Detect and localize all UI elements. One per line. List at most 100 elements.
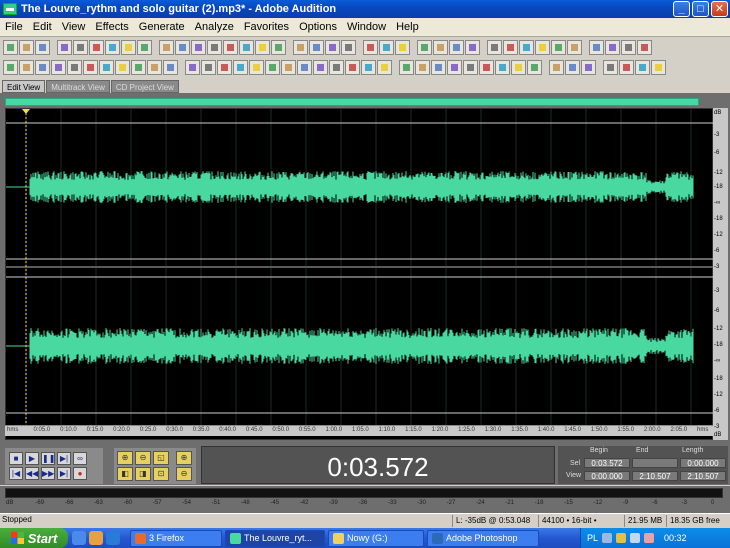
security-tray-icon[interactable]: [630, 533, 641, 543]
taskbar-item-photoshop[interactable]: Adobe Photoshop: [427, 529, 539, 547]
stop-button[interactable]: ■: [9, 452, 23, 465]
waveform-overview-bar[interactable]: [5, 98, 699, 106]
network-tray-icon[interactable]: [602, 533, 613, 543]
main-tool-icon[interactable]: [449, 40, 464, 55]
main-tool-icon[interactable]: [417, 40, 432, 55]
effect-tool-icon[interactable]: [51, 60, 66, 75]
menu-generate[interactable]: Generate: [134, 21, 190, 33]
main-tool-icon[interactable]: [395, 40, 410, 55]
effect-tool-icon[interactable]: [147, 60, 162, 75]
main-tool-icon[interactable]: [207, 40, 222, 55]
zoom-selection-icon[interactable]: ⊡: [153, 467, 169, 481]
sel-begin-field[interactable]: 0:03.572: [584, 458, 630, 468]
zoom-out-vertical-icon[interactable]: ⊖: [176, 467, 192, 481]
effect-tool-icon[interactable]: [131, 60, 146, 75]
effect-tool-icon[interactable]: [565, 60, 580, 75]
main-tool-icon[interactable]: [567, 40, 582, 55]
taskbar-item-explorer[interactable]: Nowy (G:): [328, 529, 424, 547]
effect-tool-icon[interactable]: [67, 60, 82, 75]
menu-effects[interactable]: Effects: [90, 21, 133, 33]
effect-tool-icon[interactable]: [99, 60, 114, 75]
effect-tool-icon[interactable]: [549, 60, 564, 75]
main-tool-icon[interactable]: [379, 40, 394, 55]
rewind-button[interactable]: ◀◀: [25, 467, 39, 480]
main-tool-icon[interactable]: [589, 40, 604, 55]
effect-tool-icon[interactable]: [527, 60, 542, 75]
play-button[interactable]: ▶: [25, 452, 39, 465]
effect-tool-icon[interactable]: [19, 60, 34, 75]
record-button[interactable]: ●: [73, 467, 87, 480]
effect-tool-icon[interactable]: [163, 60, 178, 75]
minimize-button[interactable]: _: [673, 1, 690, 17]
zoom-out-horizontal-icon[interactable]: ⊖: [135, 451, 151, 465]
effect-tool-icon[interactable]: [313, 60, 328, 75]
fast-forward-button[interactable]: ▶▶: [41, 467, 55, 480]
main-tool-icon[interactable]: [105, 40, 120, 55]
main-tool-icon[interactable]: [191, 40, 206, 55]
main-tool-icon[interactable]: [309, 40, 324, 55]
effect-tool-icon[interactable]: [619, 60, 634, 75]
effect-tool-icon[interactable]: [511, 60, 526, 75]
zoom-left-icon[interactable]: ◧: [117, 467, 133, 481]
menu-favorites[interactable]: Favorites: [239, 21, 294, 33]
main-tool-icon[interactable]: [73, 40, 88, 55]
firefox-quicklaunch-icon[interactable]: [89, 531, 103, 545]
effect-tool-icon[interactable]: [479, 60, 494, 75]
main-tool-icon[interactable]: [465, 40, 480, 55]
main-tool-icon[interactable]: [121, 40, 136, 55]
sel-length-field[interactable]: 0:00.000: [680, 458, 726, 468]
menu-analyze[interactable]: Analyze: [190, 21, 239, 33]
effect-tool-icon[interactable]: [297, 60, 312, 75]
zoom-full-icon[interactable]: ◱: [153, 451, 169, 465]
effect-tool-icon[interactable]: [115, 60, 130, 75]
main-tool-icon[interactable]: [159, 40, 174, 55]
main-tool-icon[interactable]: [325, 40, 340, 55]
main-tool-icon[interactable]: [223, 40, 238, 55]
effect-tool-icon[interactable]: [201, 60, 216, 75]
antivirus-tray-icon[interactable]: [644, 533, 655, 543]
play-to-end-button[interactable]: ▶|: [57, 452, 71, 465]
effect-tool-icon[interactable]: [185, 60, 200, 75]
main-tool-icon[interactable]: [35, 40, 50, 55]
menu-file[interactable]: File: [0, 21, 28, 33]
tab-multitrack-view[interactable]: Multitrack View: [46, 80, 110, 93]
effect-tool-icon[interactable]: [581, 60, 596, 75]
maximize-button[interactable]: □: [692, 1, 709, 17]
zoom-in-vertical-icon[interactable]: ⊕: [176, 451, 192, 465]
effect-tool-icon[interactable]: [83, 60, 98, 75]
menu-help[interactable]: Help: [391, 21, 424, 33]
sel-end-field[interactable]: [632, 458, 678, 468]
volume-tray-icon[interactable]: [616, 533, 627, 543]
main-tool-icon[interactable]: [433, 40, 448, 55]
main-tool-icon[interactable]: [271, 40, 286, 55]
main-tool-icon[interactable]: [3, 40, 18, 55]
pause-button[interactable]: ❚❚: [41, 452, 55, 465]
main-tool-icon[interactable]: [621, 40, 636, 55]
show-desktop-icon[interactable]: [72, 531, 86, 545]
main-tool-icon[interactable]: [239, 40, 254, 55]
main-tool-icon[interactable]: [293, 40, 308, 55]
main-tool-icon[interactable]: [255, 40, 270, 55]
effect-tool-icon[interactable]: [377, 60, 392, 75]
view-end-field[interactable]: 2:10.507: [632, 471, 678, 481]
effect-tool-icon[interactable]: [463, 60, 478, 75]
menu-view[interactable]: View: [57, 21, 91, 33]
go-end-button[interactable]: ▶|: [57, 467, 71, 480]
language-indicator[interactable]: PL: [587, 533, 598, 543]
effect-tool-icon[interactable]: [217, 60, 232, 75]
taskbar-item-audition[interactable]: The Louvre_ryt...: [225, 529, 325, 547]
effect-tool-icon[interactable]: [233, 60, 248, 75]
effect-tool-icon[interactable]: [651, 60, 666, 75]
main-tool-icon[interactable]: [89, 40, 104, 55]
effect-tool-icon[interactable]: [265, 60, 280, 75]
effect-tool-icon[interactable]: [447, 60, 462, 75]
close-button[interactable]: ✕: [711, 1, 728, 17]
effect-tool-icon[interactable]: [329, 60, 344, 75]
zoom-right-icon[interactable]: ◨: [135, 467, 151, 481]
effect-tool-icon[interactable]: [3, 60, 18, 75]
main-tool-icon[interactable]: [605, 40, 620, 55]
main-tool-icon[interactable]: [341, 40, 356, 55]
menu-options[interactable]: Options: [294, 21, 342, 33]
effect-tool-icon[interactable]: [345, 60, 360, 75]
start-button[interactable]: Start: [0, 528, 68, 548]
